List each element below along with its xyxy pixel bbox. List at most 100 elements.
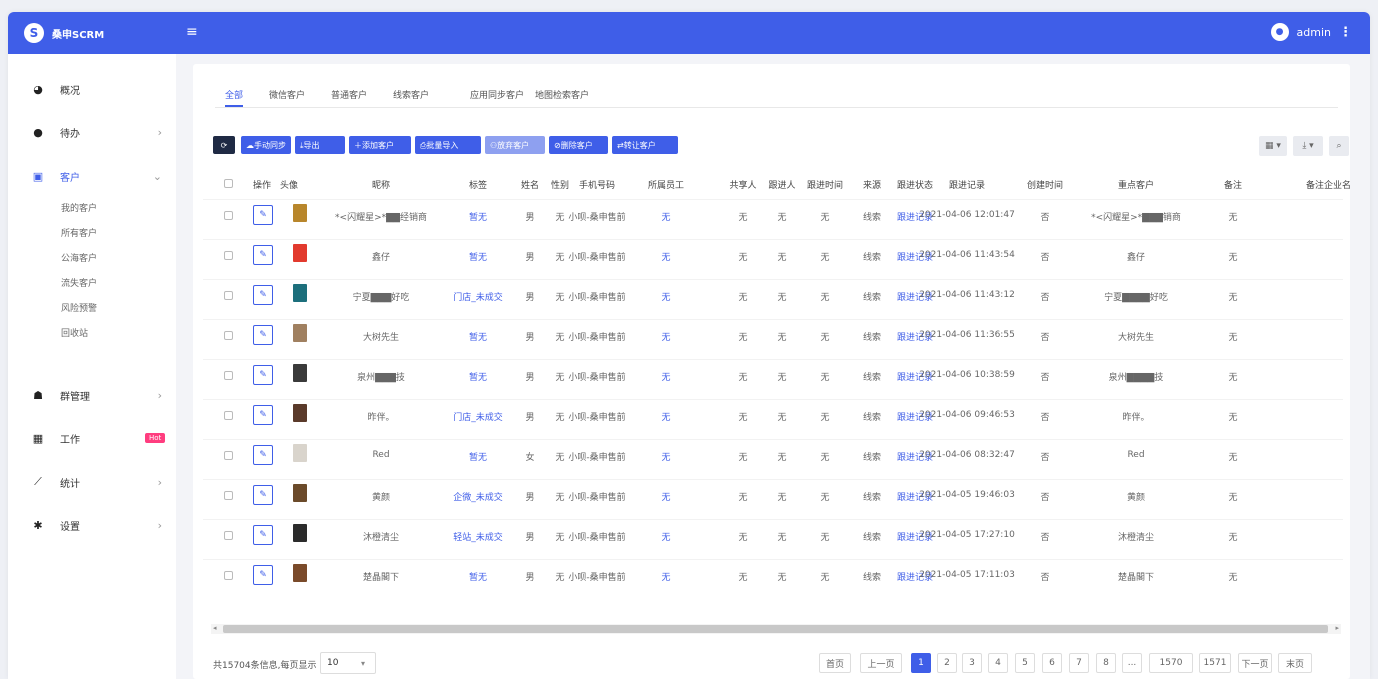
cell-phone: 无 (555, 493, 565, 503)
abandon-button[interactable]: ⚇放弃客户 (485, 136, 545, 154)
cell-share: 无 (661, 373, 671, 383)
columns-menu-button[interactable]: ▦ ▾ (1259, 136, 1287, 156)
row-checkbox[interactable] (224, 291, 233, 300)
select-all-checkbox[interactable] (224, 179, 233, 188)
row-checkbox[interactable] (224, 331, 233, 340)
cell-tag[interactable]: 暂无 (469, 570, 487, 583)
cell-created: 2021-04-06 11:43:54 (919, 250, 1015, 260)
edit-button[interactable]: ✎ (253, 245, 273, 265)
export-button[interactable]: ⤓导出 (295, 136, 345, 154)
tab-5[interactable]: 地图检索客户 (535, 88, 589, 101)
transfer-button[interactable]: ⇄转让客户 (612, 136, 678, 154)
page-button[interactable]: 上一页 (860, 653, 902, 673)
row-checkbox[interactable] (224, 371, 233, 380)
edit-button[interactable]: ✎ (253, 325, 273, 345)
sidebar-subitem[interactable]: 流失客户 (61, 276, 97, 289)
brand[interactable]: S 桑申SCRM (24, 23, 104, 43)
row-checkbox[interactable] (224, 451, 233, 460)
cell-source: 无 (820, 573, 830, 583)
edit-button[interactable]: ✎ (253, 205, 273, 225)
cell-tag[interactable]: 门店_未成交 (453, 410, 503, 423)
page-button[interactable]: 2 (937, 653, 957, 673)
cell-gender: 男 (525, 333, 535, 343)
page-size-select[interactable]: 10 ▾ (320, 652, 376, 674)
sidebar-item-3[interactable]: ☗ 群管理 › (8, 385, 176, 405)
sidebar-item-6[interactable]: ✱ 设置 › (8, 515, 176, 535)
edit-button[interactable]: ✎ (253, 285, 273, 305)
sidebar-item-2[interactable]: ▣ 客户 ⌄ (8, 166, 176, 186)
sidebar-subitem[interactable]: 公海客户 (61, 251, 97, 264)
edit-button[interactable]: ✎ (253, 405, 273, 425)
search-icon[interactable]: ⌕ (1329, 136, 1349, 156)
cell-tag[interactable]: 暂无 (469, 450, 487, 463)
edit-button[interactable]: ✎ (253, 565, 273, 585)
avatar-thumbnail (293, 284, 307, 302)
sidebar-subitem[interactable]: 所有客户 (61, 226, 97, 239)
export-menu-button[interactable]: ⤓ ▾ (1293, 136, 1323, 156)
sidebar-item-5[interactable]: ⟋ 统计 › (8, 472, 176, 492)
tab-0[interactable]: 全部 (225, 88, 244, 107)
cell-created: 2021-04-06 12:01:47 (919, 210, 1015, 220)
refresh-button[interactable]: ⟳ (213, 136, 235, 154)
page-button[interactable]: 1571 (1199, 653, 1231, 673)
page-button[interactable]: 下一页 (1238, 653, 1272, 673)
sync-button[interactable]: ☁手动同步 (241, 136, 291, 154)
page-button[interactable]: 4 (988, 653, 1008, 673)
tab-3[interactable]: 线索客户 (393, 88, 429, 101)
cell-tag[interactable]: 轻站_未成交 (453, 530, 503, 543)
cell-nick: Red (372, 450, 390, 460)
page-button[interactable]: 末页 (1278, 653, 1312, 673)
delete-button[interactable]: ⊘删除客户 (549, 136, 608, 154)
sidebar-subitem[interactable]: 回收站 (61, 326, 88, 339)
tab-4[interactable]: 应用同步客户 (470, 88, 524, 101)
edit-button[interactable]: ✎ (253, 445, 273, 465)
chart-line-icon: ⟋ (34, 475, 42, 488)
tab-1[interactable]: 微信客户 (269, 88, 305, 101)
user-menu[interactable]: ● admin ⋮ (1270, 23, 1352, 41)
add-customer-button[interactable]: ＋添加客户 (349, 136, 411, 154)
cell-tag[interactable]: 暂无 (469, 210, 487, 223)
scrollbar-thumb[interactable] (223, 625, 1328, 633)
edit-button[interactable]: ✎ (253, 485, 273, 505)
page-button[interactable]: ... (1122, 653, 1142, 673)
page-button[interactable]: 5 (1015, 653, 1035, 673)
cell-tag[interactable]: 门店_未成交 (453, 290, 503, 303)
batch-import-button[interactable]: ⎙批量导入 (415, 136, 481, 154)
page-button[interactable]: 1570 (1149, 653, 1193, 673)
avatar-thumbnail (293, 204, 307, 222)
page-button[interactable]: 3 (962, 653, 982, 673)
column-header: 标签 (468, 181, 488, 191)
scroll-left-icon[interactable]: ◂ (213, 624, 217, 632)
sidebar-subitem[interactable]: 我的客户 (61, 201, 97, 214)
page-button[interactable]: 6 (1042, 653, 1062, 673)
scroll-right-icon[interactable]: ▸ (1335, 624, 1339, 632)
row-checkbox[interactable] (224, 571, 233, 580)
menu-toggle-icon[interactable]: ≡ (186, 24, 198, 40)
cell-tag[interactable]: 暂无 (469, 330, 487, 343)
edit-button[interactable]: ✎ (253, 525, 273, 545)
row-checkbox[interactable] (224, 411, 233, 420)
more-vertical-icon[interactable]: ⋮ (1339, 25, 1352, 40)
cell-gender: 男 (525, 493, 535, 503)
page-button[interactable]: 首页 (819, 653, 851, 673)
cell-tag[interactable]: 企微_未成交 (453, 490, 503, 503)
horizontal-scrollbar[interactable]: ◂ ▸ (211, 624, 1341, 634)
page-button[interactable]: 7 (1069, 653, 1089, 673)
edit-button[interactable]: ✎ (253, 365, 273, 385)
cell-tag[interactable]: 暂无 (469, 370, 487, 383)
row-checkbox[interactable] (224, 251, 233, 260)
cell-tag[interactable]: 暂无 (469, 250, 487, 263)
row-checkbox[interactable] (224, 531, 233, 540)
cell-key: 否 (1040, 293, 1050, 303)
sidebar-item-1[interactable]: ● 待办 › (8, 122, 176, 142)
page-button[interactable]: 1 (911, 653, 931, 673)
chevron-down-icon: ▾ (360, 658, 365, 668)
row-checkbox[interactable] (224, 211, 233, 220)
page-button[interactable]: 8 (1096, 653, 1116, 673)
tab-2[interactable]: 普通客户 (331, 88, 367, 101)
sidebar-subitem[interactable]: 风险预警 (61, 301, 97, 314)
sidebar-item-4[interactable]: ▦ 工作 Hot (8, 428, 176, 448)
row-checkbox[interactable] (224, 491, 233, 500)
avatar: ● (1270, 23, 1289, 41)
sidebar-item-0[interactable]: ◕ 概况 (8, 79, 176, 99)
